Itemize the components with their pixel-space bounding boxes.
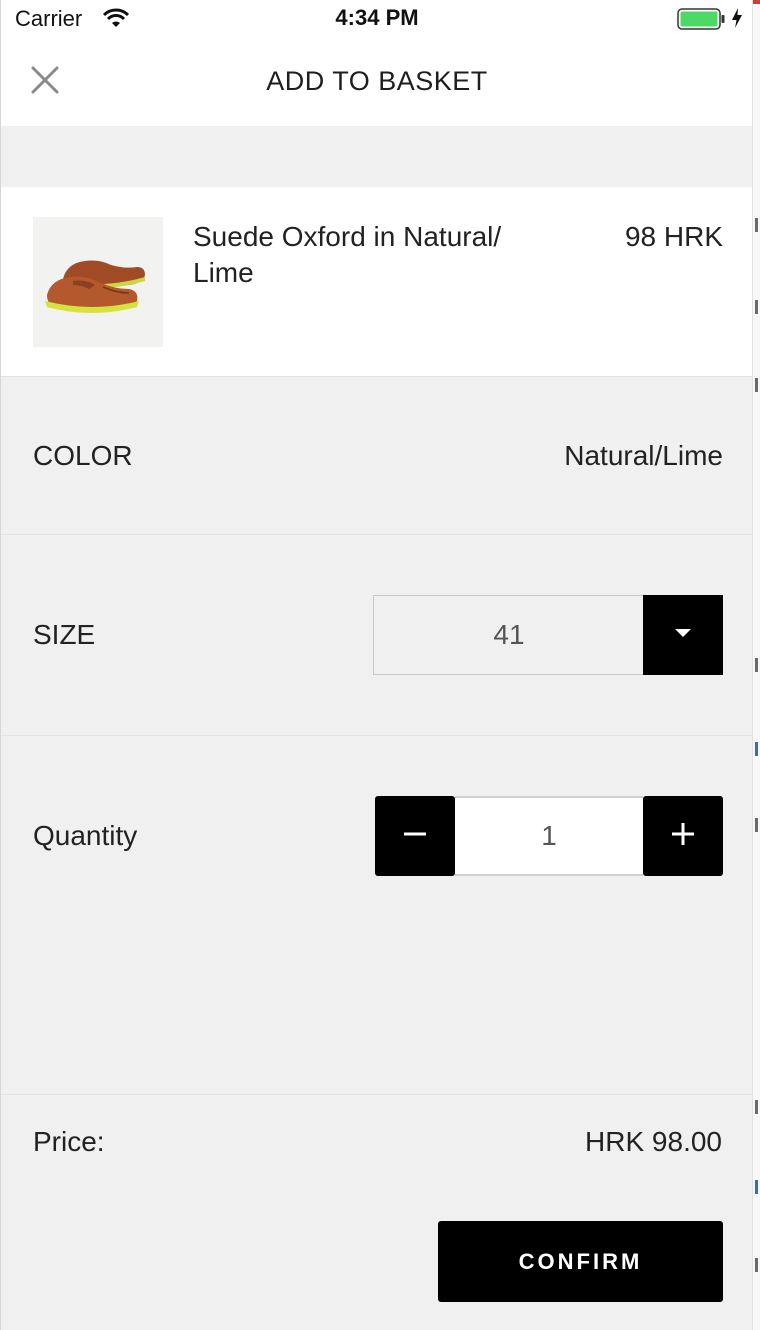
edge-mark (755, 300, 758, 314)
status-bar: Carrier 4:34 PM (1, 0, 752, 38)
edge-mark (755, 1258, 758, 1272)
chevron-down-icon (674, 626, 692, 644)
page-title: ADD TO BASKET (266, 66, 488, 96)
size-row: SIZE 41 (1, 535, 752, 736)
edge-mark (755, 218, 758, 232)
size-dropdown-button[interactable] (643, 595, 723, 675)
charging-bolt-icon (731, 7, 743, 29)
battery-icon (677, 8, 725, 30)
confirm-button[interactable]: CONFIRM (438, 1221, 723, 1302)
footer-divider (1, 1094, 752, 1095)
minus-icon (402, 821, 428, 852)
header: ADD TO BASKET (1, 38, 752, 126)
color-row: COLOR Natural/Lime (1, 378, 752, 535)
quantity-input[interactable]: 1 (455, 796, 643, 876)
price-label: Price: (33, 1126, 105, 1157)
quantity-stepper: 1 (375, 796, 723, 876)
product-name: Suede Oxford in Natural/ Lime (193, 221, 502, 288)
product-card: Suede Oxford in Natural/ Lime 98 HRK (1, 187, 752, 377)
color-label: COLOR (33, 440, 133, 471)
size-selected-value: 41 (493, 619, 525, 650)
size-dropdown[interactable]: 41 (373, 595, 723, 675)
edge-mark (755, 818, 758, 832)
edge-mark (755, 378, 758, 392)
color-value: Natural/Lime (564, 440, 723, 471)
shoe-image (33, 217, 163, 347)
quantity-row: Quantity 1 (1, 736, 752, 936)
edge-mark (755, 1180, 758, 1194)
clock: 4:34 PM (335, 5, 419, 30)
product-price: 98 HRK (624, 221, 723, 252)
edge-mark (755, 658, 758, 672)
background-window-edge (752, 0, 760, 1330)
price-total: HRK 98.00 (585, 1126, 722, 1157)
edge-mark (755, 1100, 758, 1114)
size-label: SIZE (33, 619, 96, 650)
add-to-basket-screen: Carrier 4:34 PM ADD TO BASKET Suede Oxfo… (0, 0, 752, 1330)
quantity-label: Quantity (33, 820, 138, 851)
increase-quantity-button[interactable] (643, 796, 723, 876)
plus-icon (670, 821, 696, 852)
decrease-quantity-button[interactable] (375, 796, 455, 876)
edge-red-tab (753, 0, 760, 4)
edge-mark (755, 742, 758, 756)
